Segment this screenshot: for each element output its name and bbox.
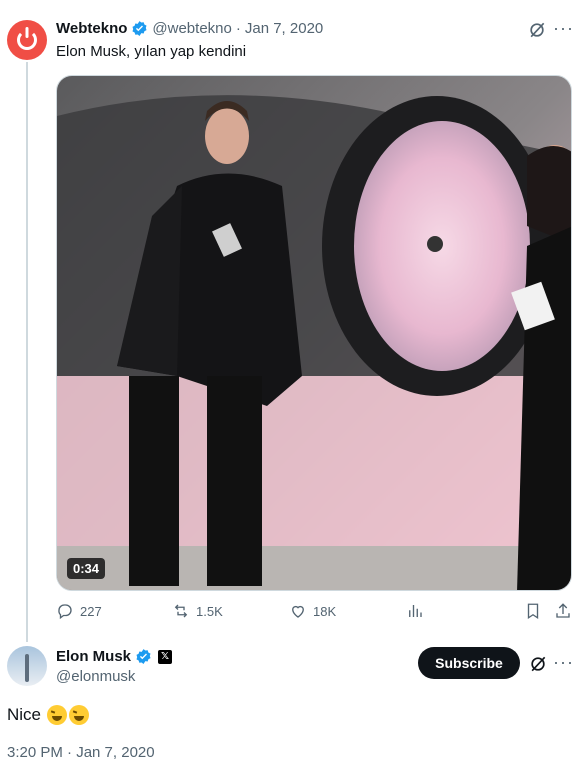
tweet-date[interactable]: Jan 7, 2020 [245,20,323,37]
thread-line [26,62,28,642]
share-icon [556,603,570,618]
webtekno-avatar[interactable] [7,20,47,60]
tweet-timestamp[interactable]: 3:20 PM · Jan 7, 2020 [7,744,155,761]
video-duration-badge: 0:34 [67,558,106,579]
video-frame [57,76,571,590]
subscribe-button[interactable]: Subscribe [418,647,520,679]
quoted-tweet-text: Elon Musk, yılan yap kendini [56,43,247,60]
author-handle[interactable]: @elonmusk [56,668,135,685]
x-badge-icon[interactable]: 𝕏 [158,649,173,664]
grok-icon[interactable] [528,654,548,674]
like-button[interactable]: 18K [289,602,336,620]
tweet-text: Nice [7,705,42,724]
bookmark-button[interactable] [524,602,548,620]
views-button[interactable] [406,602,430,620]
author-handle[interactable]: @webtekno [152,20,231,37]
bookmark-icon [527,603,539,620]
like-count: 18K [313,603,337,619]
author-name[interactable]: Webtekno [56,20,127,37]
views-icon [409,605,422,617]
video-player[interactable] [56,75,572,591]
main-tweet-header: Elon Musk 𝕏 [56,648,173,665]
quoted-tweet-header: Webtekno @webtekno · Jan 7, 2020 [56,20,323,37]
reply-count: 227 [80,603,102,619]
action-bar: 227 1.5K 18K [56,602,572,626]
more-icon[interactable]: ··· [553,652,574,673]
main-tweet-text: Nice [7,705,90,725]
rocket-icon [25,654,29,682]
grok-icon[interactable] [527,20,547,40]
like-icon [292,605,304,618]
rofl-emoji-icon [47,705,68,725]
reply-button[interactable]: 227 [56,602,102,620]
verified-icon [132,21,147,36]
repost-count: 1.5K [196,603,223,619]
reply-icon [58,604,72,620]
separator-dot: · [235,20,241,37]
repost-button[interactable]: 1.5K [172,602,223,620]
more-icon[interactable]: ··· [553,18,574,39]
author-name[interactable]: Elon Musk [56,648,131,665]
repost-icon [174,604,188,618]
share-button[interactable] [554,602,578,620]
elonmusk-avatar[interactable] [7,646,47,686]
power-icon [17,27,37,50]
rofl-emoji-icon [69,705,90,725]
verified-icon [136,649,151,664]
